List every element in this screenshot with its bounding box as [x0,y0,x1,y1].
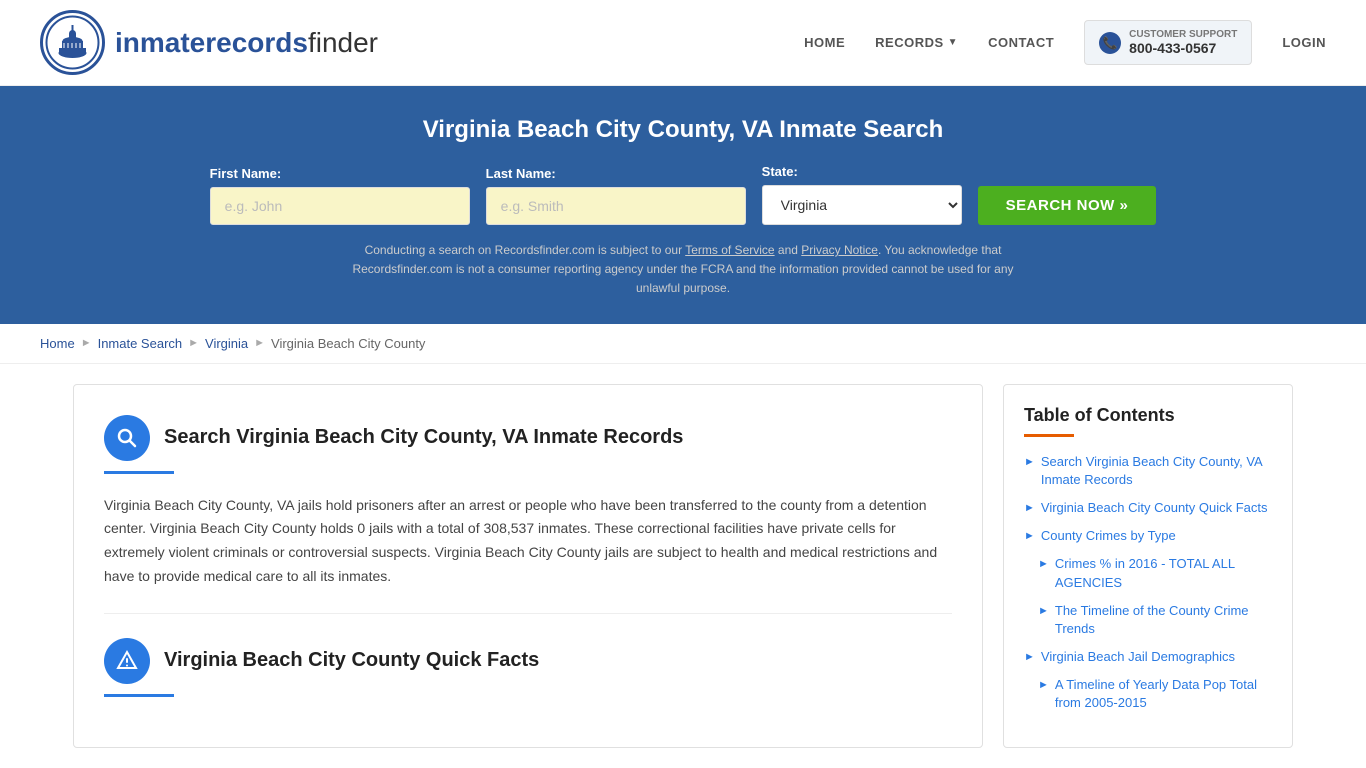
toc-item-3: ► County Crimes by Type [1024,527,1272,545]
toc-chevron-5: ► [1038,604,1049,619]
search-button[interactable]: SEARCH NOW » [978,186,1157,225]
logo-area: inmaterecordsfinder [40,10,378,75]
last-name-input[interactable] [486,187,746,225]
toc-title: Table of Contents [1024,405,1272,426]
toc-chevron-2: ► [1024,501,1035,516]
privacy-link[interactable]: Privacy Notice [801,243,878,257]
support-box: 📞 CUSTOMER SUPPORT 800-433-0567 [1084,20,1252,65]
breadcrumb-sep2: ► [188,337,199,349]
logo-text: inmaterecordsfinder [115,27,378,59]
search-section-icon [104,415,150,461]
toc-link-6[interactable]: Virginia Beach Jail Demographics [1041,648,1235,666]
toc-underline [1024,434,1074,437]
nav-records[interactable]: RECORDS ▼ [875,35,958,50]
breadcrumb-virginia[interactable]: Virginia [205,336,248,351]
breadcrumb-home[interactable]: Home [40,336,75,351]
toc-item-6: ► Virginia Beach Jail Demographics [1024,648,1272,666]
main-content: Search Virginia Beach City County, VA In… [33,364,1333,768]
breadcrumb-sep3: ► [254,337,265,349]
logo-icon [40,10,105,75]
toc-link-5[interactable]: The Timeline of the County Crime Trends [1055,602,1272,638]
main-nav: HOME RECORDS ▼ CONTACT 📞 CUSTOMER SUPPOR… [804,20,1326,65]
first-name-label: First Name: [210,166,470,181]
section2-underline [104,694,174,697]
state-select[interactable]: Virginia Alabama Alaska California [762,185,962,225]
toc-chevron-4: ► [1038,557,1049,572]
tos-link[interactable]: Terms of Service [685,243,774,257]
first-name-input[interactable] [210,187,470,225]
support-info: CUSTOMER SUPPORT 800-433-0567 [1129,29,1237,56]
breadcrumb-current: Virginia Beach City County [271,336,425,351]
last-name-group: Last Name: [486,166,746,225]
section1-underline [104,471,174,474]
breadcrumb-sep1: ► [81,337,92,349]
toc-chevron-7: ► [1038,678,1049,693]
toc-item-2: ► Virginia Beach City County Quick Facts [1024,499,1272,517]
records-dropdown-icon: ▼ [948,37,958,48]
state-label: State: [762,164,962,179]
search-disclaimer: Conducting a search on Recordsfinder.com… [40,241,1326,299]
section1-title: Search Virginia Beach City County, VA In… [164,426,683,449]
toc-link-4[interactable]: Crimes % in 2016 - TOTAL ALL AGENCIES [1055,555,1272,591]
toc-item-5: ► The Timeline of the County Crime Trend… [1038,602,1272,638]
toc-chevron-3: ► [1024,529,1035,544]
state-group: State: Virginia Alabama Alaska Californi… [762,164,962,225]
search-form: First Name: Last Name: State: Virginia A… [40,164,1326,225]
toc-link-7[interactable]: A Timeline of Yearly Data Pop Total from… [1055,676,1272,712]
toc-link-3[interactable]: County Crimes by Type [1041,527,1176,545]
nav-home[interactable]: HOME [804,35,845,50]
banner-title: Virginia Beach City County, VA Inmate Se… [40,116,1326,144]
last-name-label: Last Name: [486,166,746,181]
section1-header: Search Virginia Beach City County, VA In… [104,415,952,461]
toc-link-1[interactable]: Search Virginia Beach City County, VA In… [1041,453,1272,489]
nav-contact[interactable]: CONTACT [988,35,1054,50]
toc-item-4: ► Crimes % in 2016 - TOTAL ALL AGENCIES [1038,555,1272,591]
sidebar: Table of Contents ► Search Virginia Beac… [1003,384,1293,748]
phone-icon: 📞 [1099,32,1121,54]
warning-section-icon [104,638,150,684]
toc-link-2[interactable]: Virginia Beach City County Quick Facts [1041,499,1268,517]
search-banner: Virginia Beach City County, VA Inmate Se… [0,86,1366,324]
section2: Virginia Beach City County Quick Facts [104,613,952,697]
toc-chevron-1: ► [1024,455,1035,470]
section2-title: Virginia Beach City County Quick Facts [164,649,539,672]
first-name-group: First Name: [210,166,470,225]
toc-item-1: ► Search Virginia Beach City County, VA … [1024,453,1272,489]
content-area: Search Virginia Beach City County, VA In… [73,384,983,748]
toc-chevron-6: ► [1024,650,1035,665]
breadcrumb: Home ► Inmate Search ► Virginia ► Virgin… [0,324,1366,364]
section1-body: Virginia Beach City County, VA jails hol… [104,494,952,589]
section2-header: Virginia Beach City County Quick Facts [104,638,952,684]
toc-item-7: ► A Timeline of Yearly Data Pop Total fr… [1038,676,1272,712]
nav-login[interactable]: LOGIN [1282,35,1326,50]
site-header: inmaterecordsfinder HOME RECORDS ▼ CONTA… [0,0,1366,86]
breadcrumb-inmate-search[interactable]: Inmate Search [98,336,183,351]
